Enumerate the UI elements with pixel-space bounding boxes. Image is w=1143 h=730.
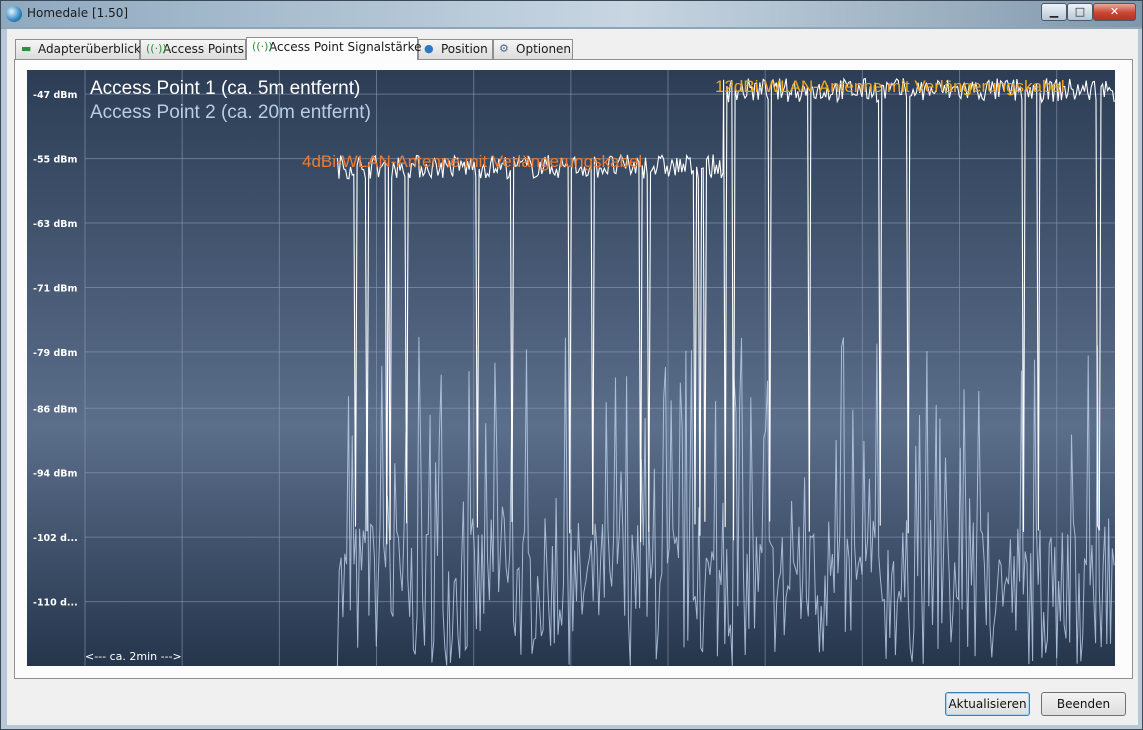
window-title: Homedale [1.50] <box>27 6 129 20</box>
minimize-button[interactable]: ▁ <box>1041 3 1067 21</box>
antenna-icon: ((·)) <box>146 42 167 55</box>
title-bar[interactable]: Homedale [1.50] ▁ □ ✕ <box>1 1 1142 27</box>
tab-options[interactable]: ⚙ Optionen <box>493 39 573 59</box>
tab-adapter-overview[interactable]: ▬ Adapterüberblick <box>15 39 141 59</box>
y-tick-label: -55 dBm <box>33 155 78 166</box>
location-pin-icon: ● <box>424 42 434 55</box>
quit-button[interactable]: Beenden <box>1041 692 1126 716</box>
client-area: ▬ Adapterüberblick ((·)) Access Points (… <box>7 29 1138 725</box>
settings-icon: ⚙ <box>499 42 509 55</box>
antenna-icon: ((·)) <box>252 40 273 53</box>
legend-access-point-1: Access Point 1 (ca. 5m entfernt) <box>90 78 360 99</box>
y-tick-label: -63 dBm <box>33 219 78 230</box>
refresh-button[interactable]: Aktualisieren <box>945 692 1030 716</box>
tab-label: Position <box>441 42 488 56</box>
signal-strength-chart: -47 dBm -55 dBm -63 dBm -71 dBm -79 dBm -86 d… <box>27 70 1115 666</box>
tab-label: Adapterüberblick <box>38 42 141 56</box>
y-tick-label: -110 d... <box>33 598 78 609</box>
maximize-button[interactable]: □ <box>1067 3 1093 21</box>
y-tick-label: -79 dBm <box>33 348 78 359</box>
network-card-icon: ▬ <box>21 42 32 55</box>
annotation-12dbi-antenna: 12dBi-WLAN-Antenne mit Verlängerungskabe… <box>715 77 1065 96</box>
y-tick-label: -102 d... <box>33 533 78 544</box>
tab-label: Access Points <box>163 42 244 56</box>
tab-label: Optionen <box>516 42 572 56</box>
close-button[interactable]: ✕ <box>1093 3 1136 21</box>
app-window: Homedale [1.50] ▁ □ ✕ ▬ Adapterüberblick… <box>0 0 1143 730</box>
y-tick-label: -86 dBm <box>33 404 78 415</box>
legend-access-point-2: Access Point 2 (ca. 20m entfernt) <box>90 102 371 123</box>
time-span-hint: <--- ca. 2min ---> <box>85 650 182 663</box>
tab-label: Access Point Signalstärke <box>269 40 422 54</box>
y-tick-label: -71 dBm <box>33 283 78 294</box>
tab-panel: -47 dBm -55 dBm -63 dBm -71 dBm -79 dBm -86 d… <box>14 59 1133 679</box>
globe-icon <box>6 6 22 22</box>
annotation-4dbi-antenna: 4dBi-WLAN-Antenne mit Verlängerungskabel <box>302 152 642 171</box>
tab-position[interactable]: ● Position <box>418 39 493 59</box>
y-tick-label: -47 dBm <box>33 90 78 101</box>
tab-signal-strength[interactable]: ((·)) Access Point Signalstärke <box>246 37 422 60</box>
y-tick-label: -94 dBm <box>33 469 78 480</box>
tab-access-points[interactable]: ((·)) Access Points <box>140 39 246 59</box>
